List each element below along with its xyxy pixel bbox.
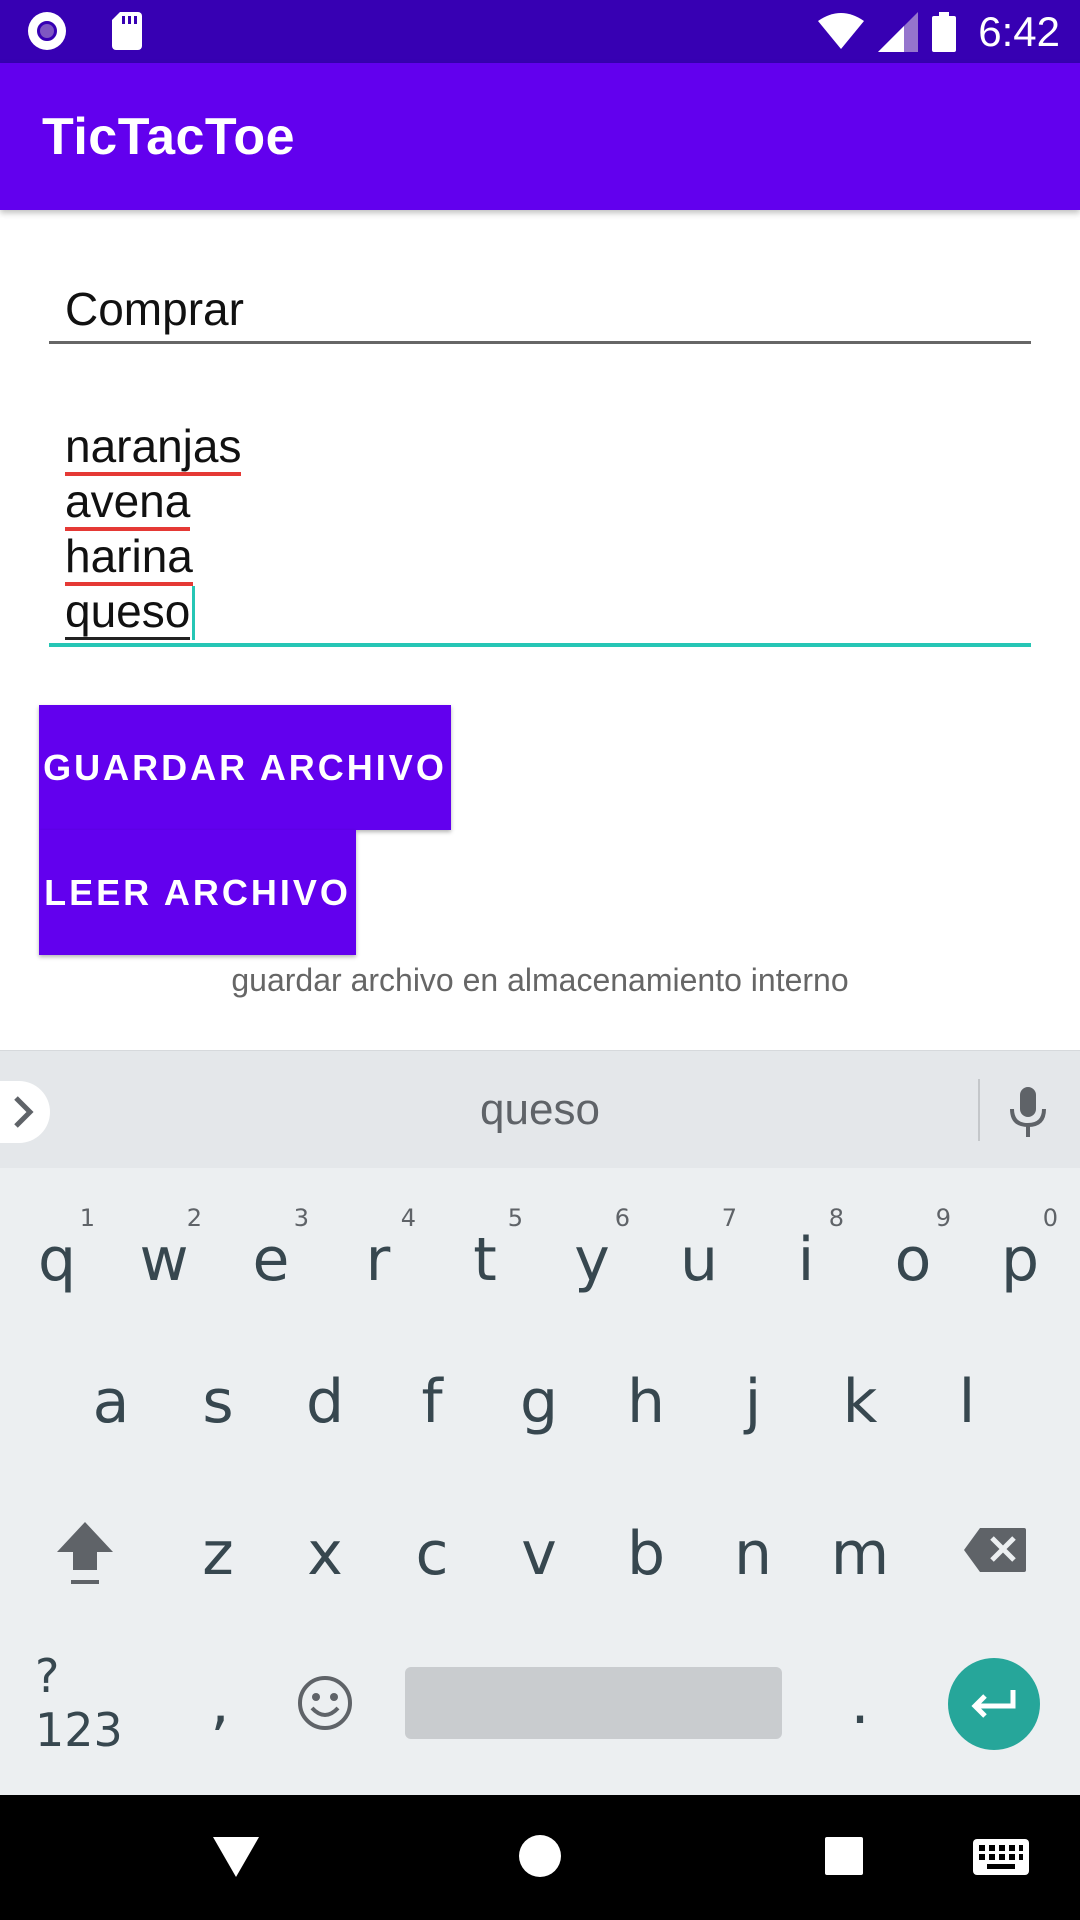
comma-key[interactable]: , — [170, 1643, 270, 1763]
backspace-icon — [964, 1528, 1026, 1572]
key-t[interactable]: t5 — [435, 1190, 535, 1310]
title-input[interactable]: Comprar — [49, 270, 1031, 344]
key-u[interactable]: u7 — [649, 1190, 749, 1310]
battery-icon — [932, 12, 957, 52]
key-m[interactable]: m — [810, 1494, 910, 1614]
title-input-value: Comprar — [65, 283, 244, 335]
navigation-bar — [0, 1795, 1080, 1920]
wifi-icon — [818, 13, 865, 49]
key-n[interactable]: n — [703, 1494, 803, 1614]
strip-divider — [978, 1079, 980, 1141]
record-icon — [28, 12, 66, 50]
app-title: TicTacToe — [42, 108, 296, 166]
key-g[interactable]: g — [489, 1342, 589, 1462]
signal-icon — [878, 12, 919, 52]
key-q[interactable]: q1 — [7, 1190, 107, 1310]
key-p[interactable]: p0 — [970, 1190, 1070, 1310]
backspace-key[interactable] — [945, 1490, 1045, 1610]
key-c[interactable]: c — [382, 1494, 482, 1614]
content-line: queso — [65, 584, 196, 640]
key-l[interactable]: l — [917, 1342, 1017, 1462]
status-bar: 6:42 — [0, 0, 1080, 63]
key-i[interactable]: i8 — [756, 1190, 856, 1310]
shift-icon — [57, 1522, 113, 1584]
content-line: naranjas — [65, 419, 242, 476]
key-d[interactable]: d — [275, 1342, 375, 1462]
period-key[interactable]: . — [810, 1643, 910, 1763]
key-j[interactable]: j — [703, 1342, 803, 1462]
keyboard-switch-icon[interactable] — [973, 1839, 1029, 1875]
key-r[interactable]: r4 — [328, 1190, 428, 1310]
emoji-icon — [298, 1676, 352, 1730]
suggestion-strip: queso — [0, 1050, 1080, 1168]
key-k[interactable]: k — [810, 1342, 910, 1462]
key-a[interactable]: a — [61, 1342, 161, 1462]
key-y[interactable]: y6 — [542, 1190, 642, 1310]
status-hint: guardar archivo en almacenamiento intern… — [231, 962, 849, 998]
key-x[interactable]: x — [275, 1494, 375, 1614]
key-v[interactable]: v — [489, 1494, 589, 1614]
key-o[interactable]: o9 — [863, 1190, 963, 1310]
back-icon[interactable] — [213, 1837, 259, 1877]
key-h[interactable]: h — [596, 1342, 696, 1462]
content-line: avena — [65, 474, 191, 531]
app-bar: TicTacToe — [0, 63, 1080, 210]
sd-card-icon — [112, 12, 142, 50]
shift-key[interactable] — [35, 1493, 135, 1613]
enter-key[interactable] — [948, 1658, 1040, 1750]
key-f[interactable]: f — [382, 1342, 482, 1462]
content-line: harina — [65, 529, 193, 586]
status-time: 6:42 — [978, 8, 1060, 55]
key-w[interactable]: w2 — [114, 1190, 214, 1310]
text-caret — [192, 586, 196, 640]
emoji-key[interactable] — [275, 1643, 375, 1763]
symbols-key[interactable]: ?123 — [35, 1643, 135, 1763]
read-file-button[interactable]: LEER ARCHIVO — [39, 830, 356, 955]
key-b[interactable]: b — [596, 1494, 696, 1614]
home-icon[interactable] — [519, 1835, 561, 1877]
recents-icon[interactable] — [825, 1837, 863, 1875]
key-z[interactable]: z — [168, 1494, 268, 1614]
key-s[interactable]: s — [168, 1342, 268, 1462]
save-file-button[interactable]: GUARDAR ARCHIVO — [39, 705, 451, 830]
space-key[interactable] — [405, 1667, 782, 1739]
microphone-icon[interactable] — [1005, 1087, 1051, 1137]
content-input[interactable]: naranjas avena harina queso — [49, 415, 1031, 647]
enter-icon — [971, 1690, 1016, 1718]
suggestion-word[interactable]: queso — [0, 1051, 1080, 1169]
key-e[interactable]: e3 — [221, 1190, 321, 1310]
